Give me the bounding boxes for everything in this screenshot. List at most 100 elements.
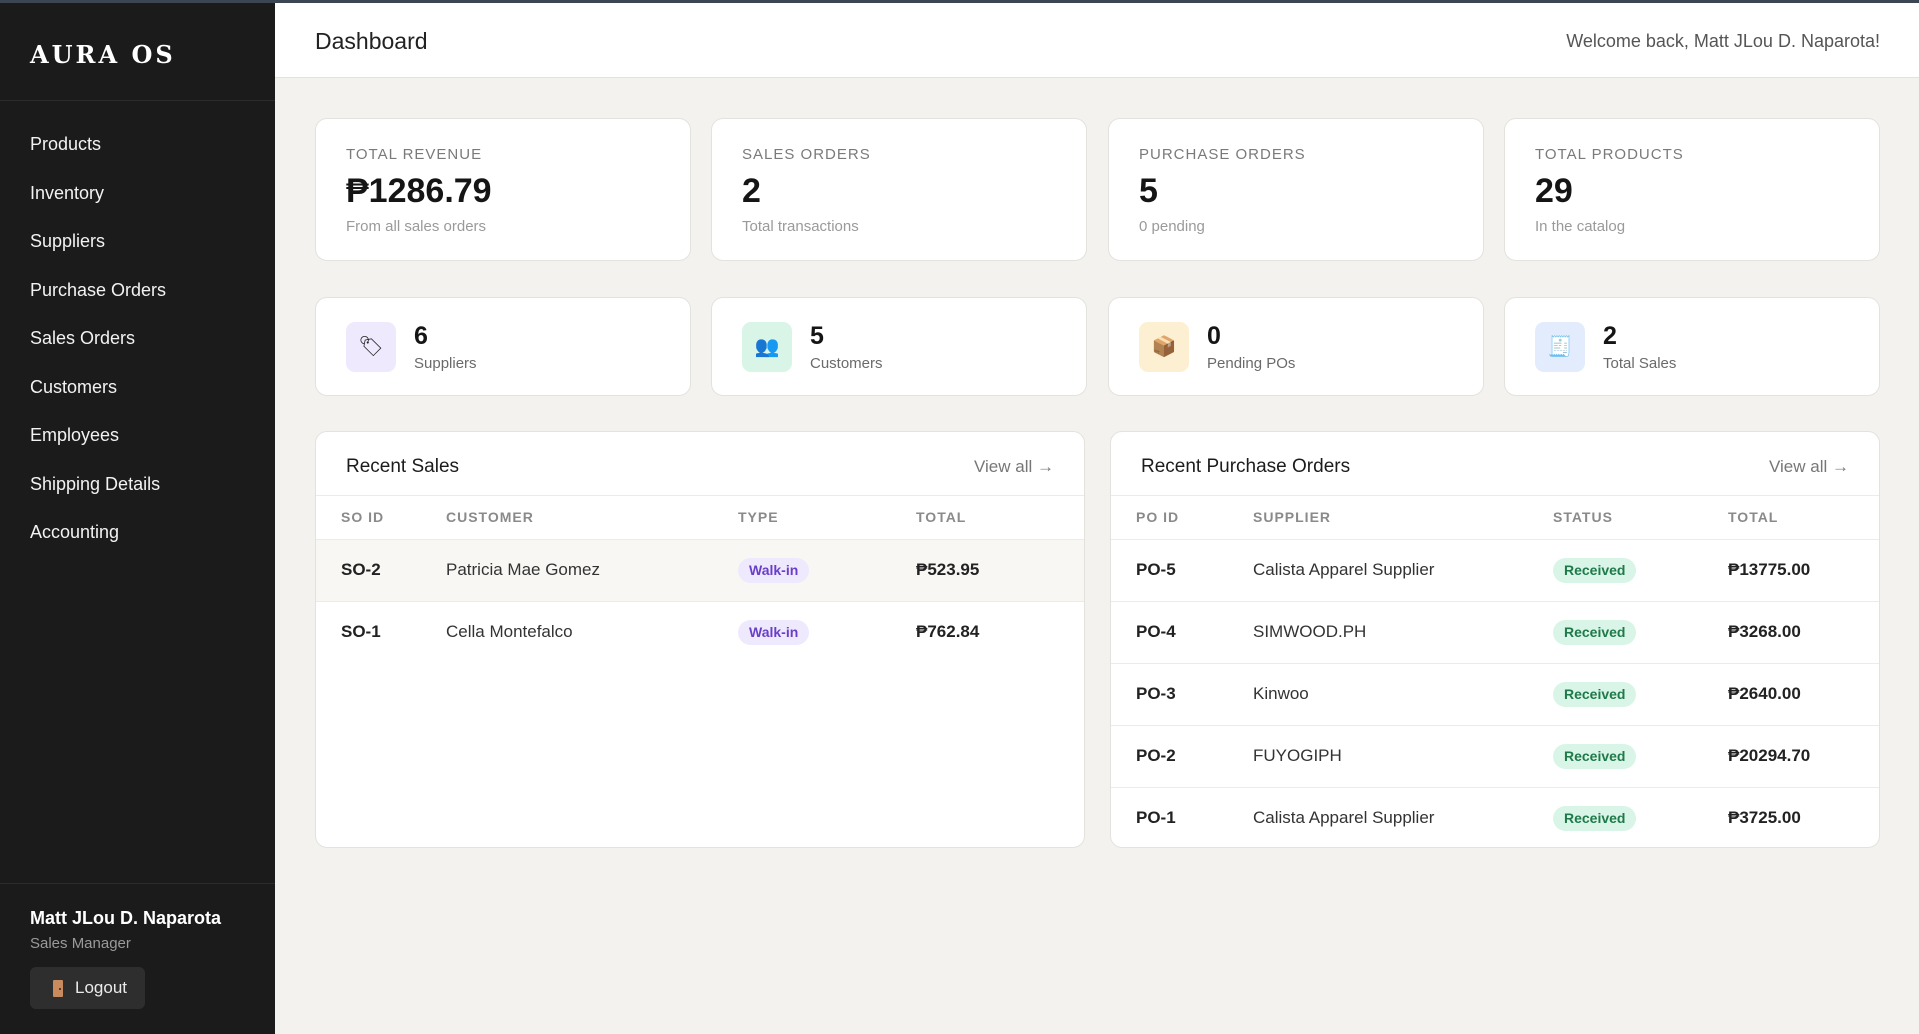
panel-header: Recent Purchase Orders View all → bbox=[1111, 432, 1879, 496]
status-badge: Received bbox=[1553, 557, 1637, 583]
user-role: Sales Manager bbox=[30, 935, 131, 952]
table-row[interactable]: SO-2 Patricia Mae Gomez Walk-in ₱523.95 bbox=[316, 539, 1084, 602]
stat-subtext: From all sales orders bbox=[346, 218, 487, 235]
po-id: PO-4 bbox=[1111, 601, 1253, 664]
logout-label: Logout bbox=[75, 978, 127, 997]
mini-value: 2 bbox=[1603, 321, 1617, 350]
mini-label: Suppliers bbox=[414, 354, 477, 372]
table-row[interactable]: PO-4 SIMWOOD.PH Received ₱3268.00 bbox=[1111, 601, 1879, 664]
table-row[interactable]: PO-2 FUYOGIPH Received ₱20294.70 bbox=[1111, 725, 1879, 788]
mini-label: Total Sales bbox=[1603, 354, 1677, 372]
status-badge: Received bbox=[1553, 619, 1637, 645]
supplier-name: Calista Apparel Supplier bbox=[1253, 808, 1435, 828]
supplier-name: FUYOGIPH bbox=[1253, 725, 1553, 788]
column-header: TOTAL bbox=[916, 496, 1084, 540]
order-total: ₱523.95 bbox=[916, 539, 1084, 602]
sidebar: AURA OS Products Inventory Suppliers Pur… bbox=[0, 0, 275, 1034]
stat-value: 5 bbox=[1139, 172, 1158, 210]
mini-card-pending-pos: 📦 0 Pending POs bbox=[1108, 297, 1484, 396]
stat-label: TOTAL PRODUCTS bbox=[1535, 146, 1684, 163]
stat-value: 29 bbox=[1535, 172, 1573, 210]
stat-subtext: Total transactions bbox=[742, 218, 859, 235]
order-total: ₱762.84 bbox=[916, 622, 980, 642]
panel-header: Recent Sales View all → bbox=[316, 432, 1084, 496]
stat-card-purchase-orders: PURCHASE ORDERS 5 0 pending bbox=[1108, 118, 1484, 261]
stat-value: 2 bbox=[742, 172, 761, 210]
user-panel: Matt JLou D. Naparota Sales Manager Logo… bbox=[0, 883, 275, 1034]
column-header: SUPPLIER bbox=[1253, 496, 1553, 540]
sidebar-item-sales-orders[interactable]: Sales Orders bbox=[0, 314, 275, 363]
recent-purchase-orders-panel: Recent Purchase Orders View all → PO ID … bbox=[1110, 431, 1880, 848]
mini-card-customers: 👥 5 Customers bbox=[711, 297, 1087, 396]
user-name: Matt JLou D. Naparota bbox=[30, 908, 222, 928]
type-badge: Walk-in bbox=[738, 557, 810, 583]
mini-label: Customers bbox=[810, 354, 883, 372]
sidebar-item-products[interactable]: Products bbox=[0, 120, 275, 169]
mini-label: Pending POs bbox=[1207, 354, 1296, 372]
door-icon bbox=[53, 979, 63, 997]
logout-button[interactable]: Logout bbox=[30, 967, 145, 1009]
column-header: SO ID bbox=[316, 496, 446, 540]
order-total: ₱3725.00 bbox=[1728, 808, 1801, 828]
supplier-name: SIMWOOD.PH bbox=[1253, 601, 1553, 664]
order-total: ₱13775.00 bbox=[1728, 539, 1879, 602]
sidebar-item-customers[interactable]: Customers bbox=[0, 363, 275, 412]
mini-card-suppliers: 🏷 6 Suppliers bbox=[315, 297, 691, 396]
order-total: ₱3268.00 bbox=[1728, 601, 1879, 664]
column-header: TYPE bbox=[738, 496, 916, 540]
stat-label: TOTAL REVENUE bbox=[346, 146, 483, 163]
table-row[interactable]: PO-3 Kinwoo Received ₱2640.00 bbox=[1111, 663, 1879, 726]
package-icon: 📦 bbox=[1139, 321, 1189, 372]
customer-name: Cella Montefalco bbox=[446, 622, 573, 642]
panel-title: Recent Purchase Orders bbox=[1141, 456, 1351, 477]
sidebar-item-purchase-orders[interactable]: Purchase Orders bbox=[0, 266, 275, 315]
sidebar-item-suppliers[interactable]: Suppliers bbox=[0, 217, 275, 266]
stat-card-total-revenue: TOTAL REVENUE ₱1286.79 From all sales or… bbox=[315, 118, 691, 261]
view-all-pos-link[interactable]: View all → bbox=[1769, 457, 1849, 477]
order-total: ₱2640.00 bbox=[1728, 663, 1879, 726]
sidebar-nav: Products Inventory Suppliers Purchase Or… bbox=[0, 101, 275, 557]
receipt-icon: 🧾 bbox=[1535, 321, 1585, 372]
stat-label: SALES ORDERS bbox=[742, 146, 871, 163]
supplier-name: Kinwoo bbox=[1253, 663, 1553, 726]
type-badge: Walk-in bbox=[738, 619, 810, 645]
recent-sales-panel: Recent Sales View all → SO ID CUSTOMER T… bbox=[315, 431, 1085, 848]
stat-label: PURCHASE ORDERS bbox=[1139, 146, 1306, 163]
status-badge: Received bbox=[1553, 743, 1637, 769]
column-header: TOTAL bbox=[1728, 496, 1879, 540]
column-header: STATUS bbox=[1553, 496, 1728, 540]
po-id: PO-3 bbox=[1111, 663, 1253, 726]
table-row[interactable]: PO-5 Calista Apparel Supplier Received ₱… bbox=[1111, 539, 1879, 602]
column-header: PO ID bbox=[1111, 496, 1253, 540]
sidebar-item-inventory[interactable]: Inventory bbox=[0, 169, 275, 218]
sidebar-item-employees[interactable]: Employees bbox=[0, 411, 275, 460]
column-header: CUSTOMER bbox=[446, 496, 738, 540]
table-row[interactable]: PO-1 Calista Apparel Supplier Received ₱… bbox=[1111, 787, 1879, 847]
recent-sales-table: SO ID CUSTOMER TYPE TOTAL SO-2 Patricia … bbox=[316, 496, 1084, 663]
so-id: SO-1 bbox=[341, 622, 381, 642]
sidebar-item-accounting[interactable]: Accounting bbox=[0, 508, 275, 557]
users-icon: 👥 bbox=[742, 321, 792, 372]
welcome-message: Welcome back, Matt JLou D. Naparota! bbox=[1566, 31, 1880, 51]
panel-title: Recent Sales bbox=[346, 456, 460, 477]
po-id: PO-2 bbox=[1111, 725, 1253, 788]
stat-subtext: In the catalog bbox=[1535, 218, 1626, 235]
mini-card-total-sales: 🧾 2 Total Sales bbox=[1504, 297, 1880, 396]
stat-subtext: 0 pending bbox=[1139, 218, 1205, 235]
window-top-border bbox=[0, 0, 1919, 3]
stat-value: ₱1286.79 bbox=[346, 172, 492, 210]
order-total: ₱20294.70 bbox=[1728, 725, 1879, 788]
top-header: Dashboard Welcome back, Matt JLou D. Nap… bbox=[275, 0, 1919, 78]
stat-card-sales-orders: SALES ORDERS 2 Total transactions bbox=[711, 118, 1087, 261]
stat-card-total-products: TOTAL PRODUCTS 29 In the catalog bbox=[1504, 118, 1880, 261]
view-all-sales-link[interactable]: View all → bbox=[974, 457, 1054, 477]
tag-icon: 🏷 bbox=[346, 321, 396, 372]
mini-value: 0 bbox=[1207, 321, 1221, 350]
table-row[interactable]: SO-1 Cella Montefalco Walk-in ₱762.84 bbox=[316, 601, 1084, 663]
supplier-name: Calista Apparel Supplier bbox=[1253, 539, 1553, 602]
brand-logo[interactable]: AURA OS bbox=[0, 0, 275, 101]
brand-name: AURA OS bbox=[30, 40, 176, 69]
status-badge: Received bbox=[1553, 805, 1637, 831]
sidebar-item-shipping-details[interactable]: Shipping Details bbox=[0, 460, 275, 509]
so-id: SO-2 bbox=[316, 539, 446, 602]
